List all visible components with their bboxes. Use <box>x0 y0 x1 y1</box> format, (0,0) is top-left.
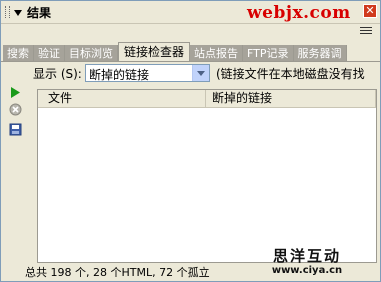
tab-search[interactable]: 搜索 <box>3 45 34 62</box>
tab-link-checker[interactable]: 链接检查器 <box>118 42 191 62</box>
tab-ftp-log[interactable]: FTP记录 <box>243 45 294 62</box>
stop-icon[interactable] <box>9 103 22 116</box>
tab-site-report[interactable]: 站点报告 <box>190 45 244 62</box>
show-select[interactable]: 断掉的链接 <box>85 64 210 82</box>
close-button[interactable]: ✕ <box>363 4 377 18</box>
options-menu-icon[interactable] <box>360 27 372 37</box>
tab-target-browser[interactable]: 目标浏览 <box>65 45 118 62</box>
results-tabs: 搜索 验证 目标浏览 链接检查器 站点报告 FTP记录 服务器调 <box>3 42 378 62</box>
watermark-text: webjx.com <box>247 3 351 23</box>
show-label: 显示 (S): <box>33 67 82 81</box>
panel-title-bar[interactable]: 结果 webjx.com ✕ <box>1 1 380 24</box>
tab-divider <box>1 61 380 62</box>
save-icon[interactable] <box>9 123 22 136</box>
panel-title: 结果 <box>27 6 52 20</box>
tab-validate[interactable]: 验证 <box>34 45 65 62</box>
status-text: 总共 198 个, 28 个HTML, 72 个孤立 <box>25 266 210 279</box>
play-icon[interactable] <box>9 86 22 99</box>
logo: 思洋互动 www.ciya.cn <box>251 245 363 276</box>
logo-url: www.ciya.cn <box>271 265 343 276</box>
show-select-value: 断掉的链接 <box>89 68 150 82</box>
hint-text: (链接文件在本地磁盘没有找 <box>216 67 365 81</box>
results-table[interactable]: 文件 断掉的链接 <box>37 89 377 263</box>
table-header: 文件 断掉的链接 <box>38 90 376 108</box>
chevron-down-icon[interactable] <box>192 65 209 81</box>
column-header-broken-link[interactable]: 断掉的链接 <box>206 90 376 107</box>
results-panel: 结果 webjx.com ✕ 搜索 验证 目标浏览 链接检查器 站点报告 FTP… <box>0 0 381 282</box>
logo-name: 思洋互动 <box>272 247 341 265</box>
collapse-arrow-icon[interactable] <box>14 10 22 16</box>
drag-grip-icon[interactable] <box>5 6 10 18</box>
column-header-file[interactable]: 文件 <box>38 90 206 107</box>
tab-server-debug[interactable]: 服务器调 <box>293 45 347 62</box>
